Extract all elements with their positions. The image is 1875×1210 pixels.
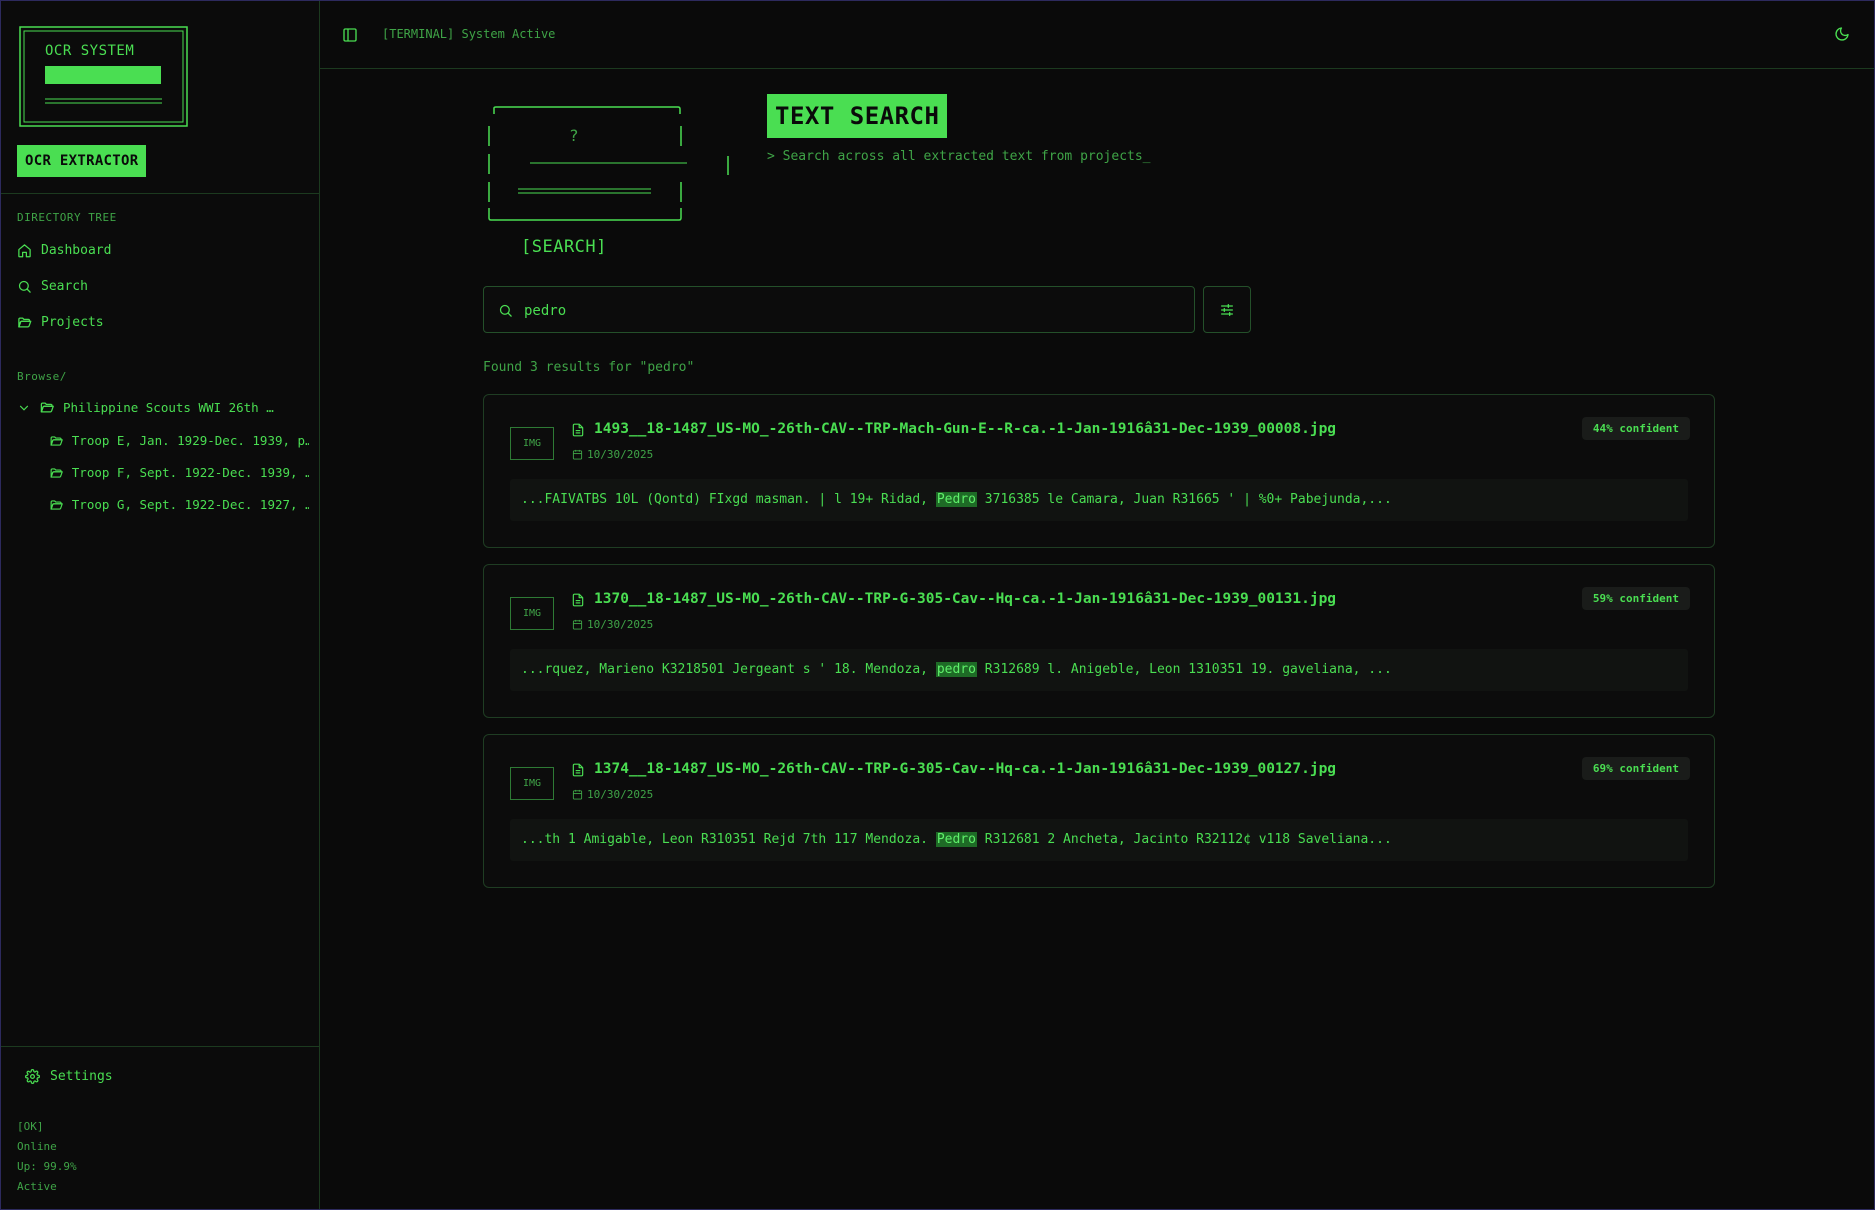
snippet-text: ...th 1 Amigable, Leon R310351 Rejd 7th …	[521, 832, 936, 847]
tree-item-label: Troop E, Jan. 1929-Dec. 1939, p…	[71, 433, 309, 448]
nav-item-projects[interactable]: Projects	[17, 310, 104, 334]
status-line: Up: 99.9%	[17, 1160, 77, 1173]
search-input[interactable]	[522, 287, 1186, 334]
sliders-icon	[1221, 303, 1233, 316]
nav-item-label: Projects	[41, 314, 104, 330]
img-badge: IMG	[510, 597, 554, 630]
result-card[interactable]: IMG 1374__18-1487_US-MO_-26th-CAV--TRP-G…	[483, 734, 1715, 888]
settings-button[interactable]: Settings	[25, 1069, 113, 1084]
system-status: [OK] Online Up: 99.9% Active	[17, 1117, 77, 1197]
folder-open-icon	[50, 499, 63, 510]
snippet-text: R312689 l. Anigeble, Leon 1310351 19. ga…	[976, 662, 1392, 677]
tree-item-label: Troop F, Sept. 1922-Dec. 1939, …	[71, 465, 309, 480]
result-filename[interactable]: 1493__18-1487_US-MO_-26th-CAV--TRP-Mach-…	[594, 421, 1336, 437]
result-date: 10/30/2025	[587, 788, 654, 801]
tree-item-troop-g[interactable]: Troop G, Sept. 1922-Dec. 1927, …	[49, 497, 309, 512]
settings-label: Settings	[50, 1069, 113, 1084]
calendar-icon	[572, 789, 583, 800]
search-frame-icon	[488, 106, 729, 221]
directory-tree-label: DIRECTORY TREE	[17, 211, 117, 224]
moon-icon[interactable]	[1834, 26, 1850, 42]
snippet-text: ...rquez, Marieno K3218501 Jergeant s ' …	[521, 662, 936, 677]
nav-item-label: Dashboard	[41, 242, 112, 258]
page-subtitle: > Search across all extracted text from …	[767, 149, 1151, 164]
tree-item-label: Philippine Scouts WWI 26th …	[63, 400, 274, 415]
search-icon	[499, 304, 512, 317]
search-highlight: pedro	[935, 662, 977, 677]
question-mark: ?	[569, 126, 579, 145]
sidebar-divider	[1, 193, 320, 194]
logo: OCR SYSTEM	[19, 26, 188, 127]
confidence-badge: 59% confident	[1581, 587, 1690, 610]
status-line: [OK]	[17, 1120, 44, 1133]
folder-open-icon	[40, 402, 54, 413]
result-card[interactable]: IMG 1493__18-1487_US-MO_-26th-CAV--TRP-M…	[483, 394, 1715, 548]
sidebar-divider	[1, 1046, 320, 1047]
calendar-icon	[572, 619, 583, 630]
result-card[interactable]: IMG 1370__18-1487_US-MO_-26th-CAV--TRP-G…	[483, 564, 1715, 718]
home-icon	[18, 243, 31, 257]
result-filename[interactable]: 1370__18-1487_US-MO_-26th-CAV--TRP-G-305…	[594, 591, 1336, 607]
nav-item-search[interactable]: Search	[17, 274, 88, 298]
tree-item-label: Troop G, Sept. 1922-Dec. 1927, …	[71, 497, 309, 512]
img-badge: IMG	[510, 427, 554, 460]
gear-icon	[25, 1069, 40, 1084]
status-line: Online	[17, 1140, 57, 1153]
browse-label: Browse/	[17, 370, 67, 383]
snippet-text: 3716385 le Camara, Juan R31665 ' | %0+ P…	[976, 492, 1392, 507]
confidence-badge: 44% confident	[1581, 417, 1690, 440]
snippet-text: ...FAIVATBS 10L (Qontd) FIxgd masman. | …	[521, 492, 936, 507]
folder-open-icon	[50, 467, 63, 478]
folder-open-icon	[18, 317, 32, 327]
sidebar: OCR SYSTEM OCR EXTRACTOR DIRECTORY TREE …	[1, 1, 320, 1209]
tree-item-troop-e[interactable]: Troop E, Jan. 1929-Dec. 1939, p…	[49, 433, 309, 448]
result-snippet: ...FAIVATBS 10L (Qontd) FIxgd masman. | …	[510, 479, 1688, 521]
calendar-icon	[572, 449, 583, 460]
result-snippet: ...th 1 Amigable, Leon R310351 Rejd 7th …	[510, 819, 1688, 861]
search-icon	[18, 280, 31, 293]
file-text-icon	[572, 763, 584, 777]
nav-item-dashboard[interactable]: Dashboard	[17, 238, 111, 262]
page-title: TEXT SEARCH	[767, 94, 948, 138]
search-field[interactable]	[483, 286, 1195, 334]
result-filename[interactable]: 1374__18-1487_US-MO_-26th-CAV--TRP-G-305…	[594, 761, 1336, 777]
topbar: [TERMINAL] System Active	[320, 1, 1874, 69]
nav-item-label: Search	[41, 278, 88, 294]
tree-item-troop-f[interactable]: Troop F, Sept. 1922-Dec. 1939, …	[49, 465, 309, 480]
result-snippet: ...rquez, Marieno K3218501 Jergeant s ' …	[510, 649, 1688, 691]
status-line: Active	[17, 1180, 57, 1193]
search-highlight: Pedro	[935, 832, 977, 847]
results-count: Found 3 results for "pedro"	[483, 360, 695, 375]
brand-button[interactable]: OCR EXTRACTOR	[17, 145, 147, 177]
folder-open-icon	[50, 435, 63, 446]
filter-button[interactable]	[1203, 286, 1251, 333]
file-text-icon	[572, 423, 584, 437]
search-caption: [SEARCH]	[521, 237, 607, 257]
snippet-text: R312681 2 Ancheta, Jacinto R32112¢ v118 …	[976, 832, 1392, 847]
file-text-icon	[572, 593, 584, 607]
chevron-down-icon[interactable]	[17, 401, 31, 415]
logo-title: OCR SYSTEM	[45, 43, 135, 59]
sidebar-toggle-icon[interactable]	[342, 27, 358, 43]
search-highlight: Pedro	[935, 492, 977, 507]
terminal-status: [TERMINAL] System Active	[382, 27, 556, 41]
img-badge: IMG	[510, 767, 554, 800]
confidence-badge: 69% confident	[1581, 757, 1690, 780]
tree-item-root[interactable]: Philippine Scouts WWI 26th …	[17, 400, 307, 415]
result-date: 10/30/2025	[587, 618, 654, 631]
logo-bar	[45, 66, 161, 84]
result-date: 10/30/2025	[587, 448, 654, 461]
